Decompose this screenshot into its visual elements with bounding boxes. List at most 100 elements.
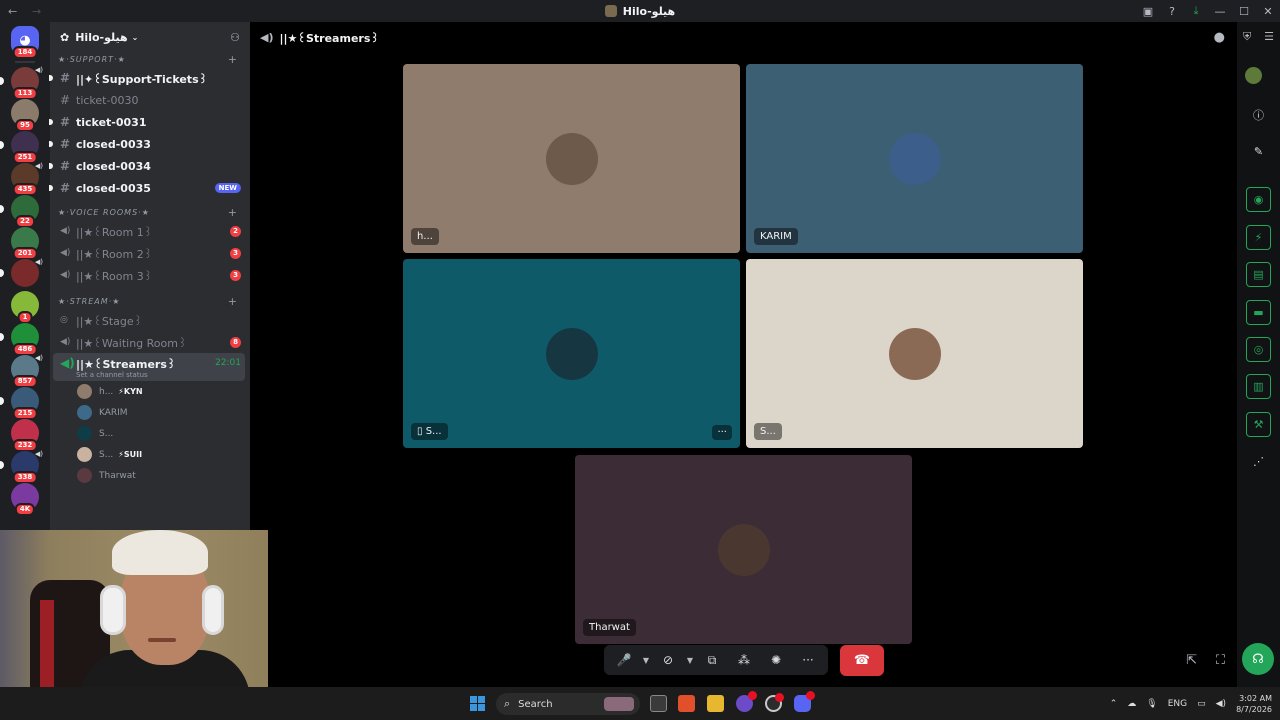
server-icon[interactable]: ◀) 857 [11,354,43,388]
share-icon[interactable]: ⋰ [1246,449,1271,474]
voice-channel-item[interactable]: ◀) ||★꒰Room 1꒱ 2 [53,220,245,242]
server-icon[interactable]: ◀) [0,258,43,287]
menu-icon[interactable]: ☰ [1264,30,1274,43]
app-icon[interactable] [736,691,757,712]
server-icon[interactable]: 215 [0,387,39,420]
stream-channel-item[interactable]: ◀) ||★꒰Waiting Room꒱ 8 [53,331,245,353]
inbox-icon[interactable]: ▣ [1136,5,1160,18]
support-chat-button[interactable]: ☊ [1242,643,1274,675]
server-icon[interactable]: 95 [11,99,39,132]
channel-item[interactable]: # closed-0035 NEW [49,177,245,199]
add-channel-icon[interactable]: + [228,206,238,219]
microphone-button[interactable]: 🎤 [608,653,640,667]
server-icon[interactable]: 22 [0,195,39,228]
network-icon[interactable]: ▭ [1197,699,1206,709]
info-icon[interactable]: ⓘ [1246,102,1271,127]
chat-bubble-icon[interactable]: ● [1214,30,1225,45]
channel-streamers[interactable]: ◀) ||★꒰Streamers꒱ 22:01 Set a channel st… [53,353,245,381]
server-icon[interactable]: ◀) 113 [0,66,43,100]
channel-item[interactable]: # closed-0034 [49,155,245,177]
screen-share-button[interactable]: ⧉ [696,653,728,668]
stage-icon: ◎ [60,315,68,325]
pencil-icon[interactable]: ✎ [1246,139,1271,164]
message-icon[interactable]: ▬ [1246,300,1271,325]
invite-people-icon[interactable]: ⚇ [230,31,240,44]
search-icon: ⌕ [504,697,511,710]
minimize-button[interactable]: — [1208,5,1232,18]
server-icon[interactable]: 251 [0,131,39,164]
server-icon[interactable]: 486 [0,323,39,356]
home-button[interactable]: ◕ 184 [11,26,39,59]
popout-icon[interactable]: ⇱ [1186,653,1197,668]
add-channel-icon[interactable]: + [228,295,238,308]
category-support[interactable]: ★·SUPPORT·★ + [50,52,250,67]
chevron-down-icon[interactable]: ▼ [684,656,696,665]
maximize-button[interactable]: ☐ [1232,5,1256,18]
participant-name-tag: ▯ S... [411,423,448,440]
fullscreen-icon[interactable]: ⛶ [1216,653,1225,668]
participant-tile[interactable]: h... [403,64,740,253]
voice-user[interactable]: h... ⚡KYN [50,381,250,402]
server-icon[interactable]: ◀) 338 [0,450,43,484]
brave-browser-icon[interactable] [678,695,695,712]
voice-user[interactable]: KARIM [50,402,250,423]
wrench-icon[interactable]: ⚒ [1246,412,1271,437]
tile-options-button[interactable]: ··· [712,425,732,440]
channel-item[interactable]: # ticket-0030 [53,89,245,111]
server-icon[interactable]: 201 [11,227,39,260]
category-voice-rooms[interactable]: ★·VOICE ROOMS·★ + [50,205,250,220]
participant-tile[interactable]: KARIM [746,64,1083,253]
mic-tray-icon[interactable]: 🎙 [1146,699,1157,709]
lightning-icon[interactable]: ⚡ [1246,225,1271,250]
channel-item[interactable]: # ||✦꒰Support-Tickets꒱ [49,67,245,89]
participant-tile[interactable]: S... [746,259,1083,448]
server-icon[interactable]: 1 [11,291,39,324]
printer-icon[interactable]: ▥ [1246,374,1271,399]
clock[interactable]: 3:02 AM 8/7/2026 [1236,693,1272,715]
soundboard-button[interactable]: ✺ [760,653,792,667]
participant-tile[interactable]: Tharwat [575,455,912,644]
server-header[interactable]: ✿ Hilo-هيلو ⌄ ⚇ [50,22,250,52]
obs-icon[interactable] [765,693,784,712]
volume-icon[interactable]: ◀) [1216,699,1226,709]
more-options-button[interactable]: ··· [792,653,824,667]
participant-tile[interactable]: ▯ S... ··· [403,259,740,448]
voice-channel-item[interactable]: ◀) ||★꒰Room 2꒱ 3 [53,242,245,264]
windows-start-icon[interactable] [470,696,485,711]
activities-button[interactable]: ⁂ [728,653,760,667]
server-icon[interactable]: ◀) 435 [11,162,43,196]
chevron-up-icon[interactable]: ⌃ [1110,699,1118,709]
forward-arrow-icon[interactable]: → [32,5,48,18]
task-view-icon[interactable] [650,695,667,712]
language-indicator[interactable]: ENG [1168,699,1187,709]
server-icon[interactable]: 4K [11,483,39,516]
notes-icon[interactable]: ▤ [1246,262,1271,287]
back-arrow-icon[interactable]: ← [8,5,32,18]
help-icon[interactable]: ? [1160,5,1184,18]
server-icon[interactable]: 232 [11,419,39,452]
category-stream[interactable]: ★·STREAM·★ + [50,294,250,309]
download-icon[interactable]: ⤓ [1184,4,1208,18]
unread-indicator [0,77,4,85]
voice-channel-item[interactable]: ◀) ||★꒰Room 3꒱ 3 [53,264,245,286]
cloud-icon[interactable]: ☁ [1127,699,1136,709]
shield-icon[interactable]: ⛨ [1243,30,1251,44]
channel-status[interactable]: Set a channel status [76,371,148,379]
file-explorer-icon[interactable] [707,695,724,712]
voice-user[interactable]: Tharwat [50,465,250,486]
channel-item[interactable]: # ticket-0031 [49,111,245,133]
voice-user[interactable]: S... ⚡SUII [50,444,250,465]
taskbar-search[interactable]: ⌕ Search [496,693,640,715]
voice-user[interactable]: S... [50,423,250,444]
camera-off-button[interactable]: ⊘ [652,653,684,667]
add-channel-icon[interactable]: + [228,53,238,66]
focus-icon[interactable]: ◉ [1246,187,1271,212]
avatar[interactable] [1245,67,1262,84]
stream-channel-item[interactable]: ◎ ||★꒰Stage꒱ [53,309,245,331]
discord-icon[interactable] [794,691,815,712]
channel-item[interactable]: # closed-0033 [49,133,245,155]
close-button[interactable]: ✕ [1256,5,1280,18]
chevron-down-icon[interactable]: ▼ [640,656,652,665]
disconnect-button[interactable]: ☎ [840,645,884,676]
broadcast-icon[interactable]: ◎ [1246,337,1271,362]
